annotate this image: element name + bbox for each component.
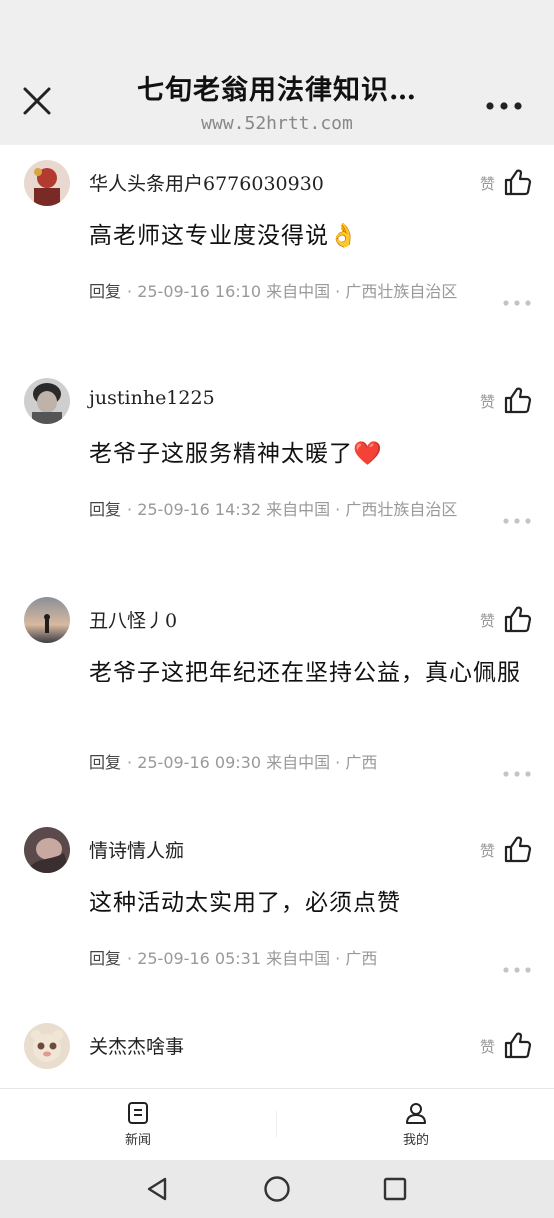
back-triangle-icon [147,1177,167,1201]
thumbs-up-icon [504,836,532,863]
comment-username[interactable]: 关杰杰啥事 [89,1032,184,1059]
more-icon [503,771,531,777]
comment-text: 老爷子这服务精神太暖了❤️ [89,441,383,467]
thumbs-up-icon [504,169,532,196]
more-icon [486,102,522,110]
avatar-image [24,597,70,643]
like-button[interactable]: 赞 [480,1030,532,1060]
tab-label: 我的 [402,1133,429,1148]
comment-meta: 回复 · 25-09-16 14:32 来自中国 · 广西壮族自治区 [89,494,479,526]
recents-button[interactable] [380,1174,410,1204]
comment-list[interactable]: 华人头条用户6776030930 赞 高老师这专业度没得说👌 回复 · 25-09… [0,145,554,1088]
thumbs-up-icon [504,606,532,633]
thumbs-up-icon [504,387,532,414]
avatar[interactable] [24,1023,70,1069]
home-button[interactable] [262,1174,292,1204]
avatar-image [24,1023,70,1069]
comment-username[interactable]: 情诗情人痂 [89,836,184,863]
avatar[interactable] [24,160,70,206]
comment-text: 这种活动太实用了，必须点赞 [89,890,401,916]
like-label: 赞 [480,393,496,411]
comment-time-location: · 25-09-16 16:10 来自中国 · 广西壮族自治区 [127,282,458,301]
thumbs-up-icon [504,1032,532,1059]
more-icon [503,518,531,524]
comment-more-button[interactable] [502,959,532,973]
like-label: 赞 [480,175,496,193]
back-button[interactable] [143,1174,173,1204]
more-icon [503,967,531,973]
reply-button[interactable]: 回复 [89,753,121,772]
comment-text: 老爷子这把年纪还在坚持公益，真心佩服 [89,660,521,686]
tab-news[interactable]: 新闻 [98,1101,178,1148]
like-button[interactable]: 赞 [480,385,532,415]
more-button[interactable] [484,96,524,110]
comment-meta: 回复 · 25-09-16 05:31 来自中国 · 广西 [89,943,479,975]
profile-icon [406,1103,426,1124]
comment-username[interactable]: 丑八怪丿0 [89,606,177,633]
avatar-image [24,160,70,206]
comment-more-button[interactable] [502,510,532,524]
tab-label: 新闻 [124,1133,151,1148]
comment-more-button[interactable] [502,763,532,777]
home-circle-icon [264,1176,290,1202]
comment-more-button[interactable] [502,292,532,306]
more-icon [503,300,531,306]
top-bar: 七旬老翁用法律知识… www.52hrtt.com [0,0,554,145]
reply-button[interactable]: 回复 [89,949,121,968]
like-label: 赞 [480,1038,496,1056]
like-button[interactable]: 赞 [480,167,532,197]
system-navigation-bar [0,1160,554,1218]
comment-username[interactable]: 华人头条用户6776030930 [89,169,324,196]
comment-time-location: · 25-09-16 09:30 来自中国 · 广西 [127,753,378,772]
comment-username[interactable]: justinhe1225 [89,387,215,409]
like-button[interactable]: 赞 [480,834,532,864]
recents-square-icon [383,1177,407,1201]
avatar-image [24,378,70,424]
avatar[interactable] [24,378,70,424]
reply-button[interactable]: 回复 [89,282,121,301]
tab-profile[interactable]: 我的 [376,1101,456,1148]
page-url: www.52hrtt.com [201,113,353,134]
like-button[interactable]: 赞 [480,604,532,634]
comment-meta: 回复 · 25-09-16 09:30 来自中国 · 广西 [89,747,479,779]
bottom-tab-bar: 新闻 我的 [0,1088,554,1161]
news-icon [128,1102,148,1124]
avatar[interactable] [24,827,70,873]
comment-time-location: · 25-09-16 14:32 来自中国 · 广西壮族自治区 [127,500,458,519]
comment-text: 高老师这专业度没得说👌 [89,223,359,249]
comment-meta: 回复 · 25-09-16 16:10 来自中国 · 广西壮族自治区 [89,276,479,308]
avatar-image [24,827,70,873]
tab-divider [276,1111,277,1137]
comment-time-location: · 25-09-16 05:31 来自中国 · 广西 [127,949,378,968]
like-label: 赞 [480,842,496,860]
page-title: 七旬老翁用法律知识… [137,75,417,106]
reply-button[interactable]: 回复 [89,500,121,519]
like-label: 赞 [480,612,496,630]
avatar[interactable] [24,597,70,643]
